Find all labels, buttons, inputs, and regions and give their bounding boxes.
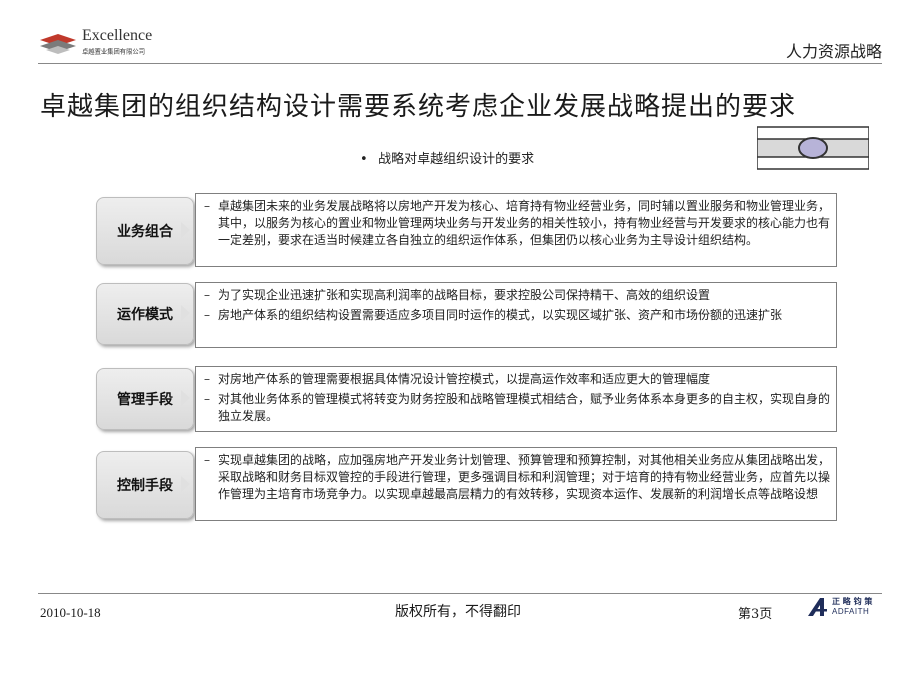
- adfaith-logo: 正 略 钧 策 ADFAITH: [806, 596, 886, 620]
- list-item: – 对房地产体系的管理需要根据具体情况设计管控模式，以提高运作效率和适应更大的管理…: [204, 372, 711, 386]
- row-label: 管理手段: [117, 392, 173, 408]
- logo-wordmark: Excellence: [82, 27, 153, 44]
- row-text-box: – 对房地产体系的管理需要根据具体情况设计管控模式，以提高运作效率和适应更大的管理…: [195, 366, 837, 432]
- footer-logo-cn: 正 略 钧 策: [832, 597, 873, 606]
- excellence-logo-icon: [40, 34, 76, 54]
- bullet-icon: •: [360, 152, 368, 167]
- list-item: – 卓越集团未来的业务发展战略将以房地产开发为核心、培育持有物业经营业务，同时辅以…: [204, 199, 831, 247]
- label-operation-mode: 运作模式: [96, 283, 194, 345]
- subheading-text: 战略对卓越组织设计的要求: [378, 152, 535, 167]
- footer-date: 2010-10-18: [40, 605, 101, 620]
- list-item: – 房地产体系的组织结构设置需要适应多项目同时运作的模式，以实现区域扩张、资产和市…: [204, 308, 783, 322]
- pipe-connector-icon: [757, 126, 869, 170]
- footer-logo-en: ADFAITH: [832, 607, 870, 616]
- page-number: 第3页: [738, 607, 773, 622]
- arrow-right-icon: [181, 390, 190, 406]
- label-management-means: 管理手段: [96, 368, 194, 430]
- label-business-portfolio: 业务组合: [96, 197, 194, 265]
- arrow-right-icon: [181, 222, 190, 238]
- row-label: 运作模式: [117, 307, 173, 323]
- row-text-box: – 为了实现企业迅速扩张和实现高利润率的战略目标，要求控股公司保持精干、高效的组织…: [195, 282, 837, 348]
- arrow-right-icon: [181, 305, 190, 321]
- company-logo: Excellence 卓越置业集团有限公司: [38, 27, 198, 63]
- header-divider: [38, 63, 882, 64]
- row-text-box: – 实现卓越集团的战略，应加强房地产开发业务计划管理、预算管理和预算控制，对其他相…: [195, 447, 837, 521]
- section-title: 人力资源战略: [785, 42, 882, 61]
- arrow-right-icon: [181, 476, 190, 492]
- adfaith-logo-icon: [808, 598, 827, 616]
- list-item: – 实现卓越集团的战略，应加强房地产开发业务计划管理、预算管理和预算控制，对其他相…: [204, 453, 831, 501]
- footer-copyright: 版权所有，不得翻印: [395, 604, 521, 620]
- list-item: – 为了实现企业迅速扩张和实现高利润率的战略目标，要求控股公司保持精干、高效的组织…: [204, 288, 711, 302]
- list-item: – 对其他业务体系的管理模式将转变为财务控股和战略管理模式相结合，赋予业务体系本身…: [204, 392, 831, 423]
- logo-company-name: 卓越置业集团有限公司: [82, 47, 145, 56]
- label-control-means: 控制手段: [96, 451, 194, 519]
- row-text-box: – 卓越集团未来的业务发展战略将以房地产开发为核心、培育持有物业经营业务，同时辅以…: [195, 193, 837, 267]
- row-label: 业务组合: [117, 224, 173, 240]
- page-title: 卓越集团的组织结构设计需要系统考虑企业发展战略提出的要求: [40, 92, 797, 122]
- subheading: • 战略对卓越组织设计的要求: [360, 148, 534, 167]
- row-label: 控制手段: [117, 478, 173, 494]
- footer-divider: [38, 593, 882, 594]
